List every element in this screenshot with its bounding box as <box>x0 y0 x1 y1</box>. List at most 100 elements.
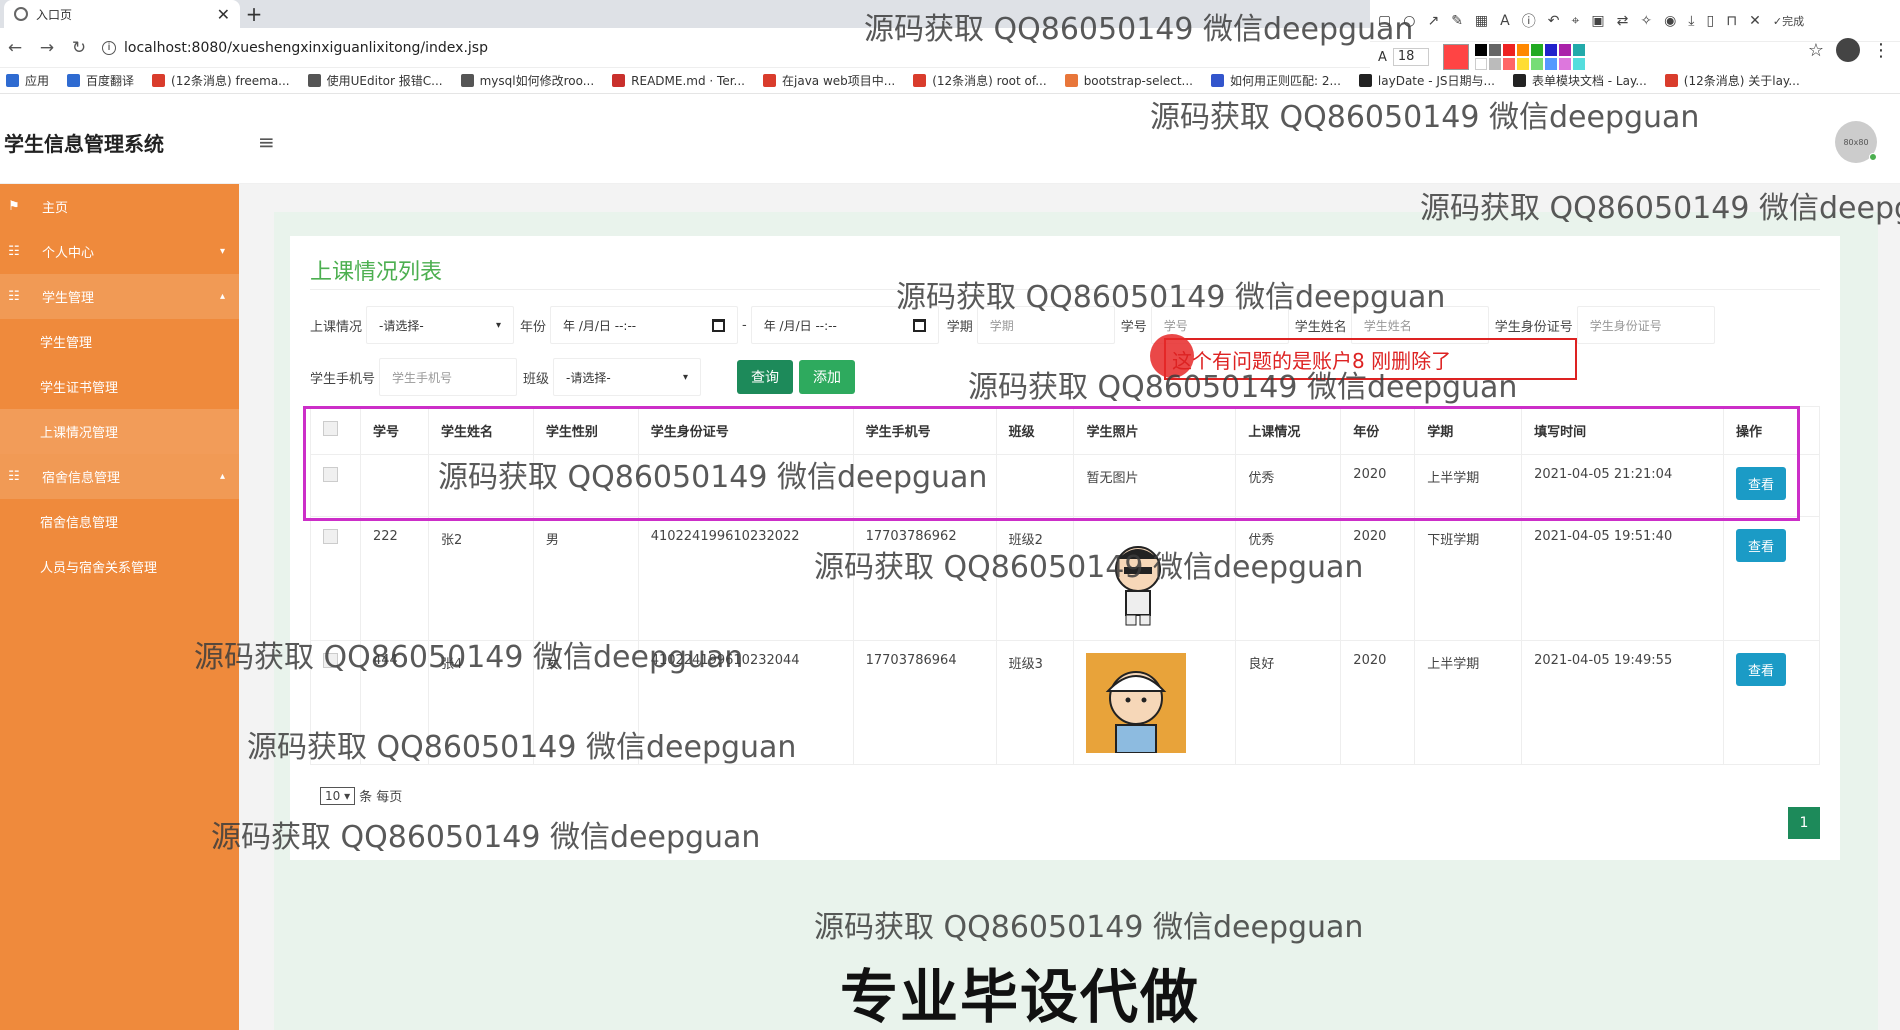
sidebar-item[interactable]: ☷ 学生管理 ▴ <box>0 274 239 319</box>
circle-tool-icon[interactable]: ○ <box>1403 13 1415 29</box>
table-row[interactable]: 222 张2 男 410224199610232022 17703786962 班级2 优秀… <box>310 516 1821 641</box>
attendance-select[interactable]: -请选择- ▾ <box>366 306 515 344</box>
forward-icon[interactable]: → <box>38 38 56 58</box>
page-size-select[interactable]: 10 ▾ <box>320 786 356 805</box>
avatar[interactable]: 80x80 <box>1835 121 1877 163</box>
bookmark-item[interactable]: bootstrap-select... <box>1064 74 1193 88</box>
info-tool-icon[interactable]: ⓘ <box>1522 11 1536 31</box>
view-button[interactable]: 查看 <box>1735 653 1786 686</box>
sidebar-item-label: 个人中心 <box>42 246 95 261</box>
phone-icon[interactable]: ▯ <box>1706 13 1714 29</box>
color-swatch[interactable] <box>1517 44 1530 56</box>
bookmark-label: layDate - JS日期与... <box>1377 74 1495 88</box>
browser-actions: ☆ ⋮ <box>1808 38 1890 62</box>
translate-icon[interactable]: ⇄ <box>1617 13 1629 29</box>
back-icon[interactable]: ← <box>6 38 24 58</box>
star-icon[interactable]: ☆ <box>1808 40 1824 61</box>
sidebar-subitem[interactable]: 人员与宿舍关系管理 <box>0 544 239 589</box>
divider <box>310 289 1820 290</box>
color-swatch[interactable] <box>1489 44 1502 56</box>
color-swatch[interactable] <box>1559 58 1572 70</box>
color-swatch[interactable] <box>1517 58 1530 70</box>
color-swatch[interactable] <box>1503 58 1516 70</box>
color-swatch[interactable] <box>1475 44 1488 56</box>
row-checkbox[interactable] <box>323 653 338 668</box>
table-row[interactable]: 444 张4 女 410224199610232044 17703786964 班级3 良好… <box>310 640 1821 765</box>
view-button[interactable]: 查看 <box>1735 529 1786 562</box>
year-end-date[interactable]: 年 /月/日 --:-- <box>750 306 939 344</box>
bookmark-item[interactable]: 表单模块文档 - Lay... <box>1512 72 1647 89</box>
bookmark-icon <box>6 74 19 87</box>
student-photo[interactable] <box>1086 653 1187 754</box>
profile-icon[interactable] <box>1836 38 1860 62</box>
row-checkbox[interactable] <box>323 529 338 544</box>
color-swatch[interactable] <box>1489 58 1502 70</box>
bookmark-item[interactable]: layDate - JS日期与... <box>1358 72 1495 89</box>
close-icon[interactable]: ✕ <box>1749 13 1761 29</box>
more-icon[interactable]: ⋮ <box>1872 40 1890 61</box>
rect-tool-icon[interactable]: ▢ <box>1378 13 1391 29</box>
mosaic-tool-icon[interactable]: ▦ <box>1475 13 1488 29</box>
done-button[interactable]: ✓完成 <box>1773 13 1804 29</box>
color-swatch[interactable] <box>1475 58 1488 70</box>
bookmark-item[interactable]: 使用UEditor 报错C... <box>307 72 443 89</box>
id-card-input[interactable]: 学生身份证号 <box>1576 306 1715 344</box>
pin-icon[interactable]: ⌖ <box>1571 13 1579 29</box>
color-swatch[interactable] <box>1545 44 1558 56</box>
color-swatch[interactable] <box>1573 44 1586 56</box>
browser-tab[interactable]: 入口页 ✕ <box>4 0 240 28</box>
cell-action: 查看 <box>1722 516 1821 641</box>
undo-icon[interactable]: ↶ <box>1548 13 1560 29</box>
bookmark-item[interactable]: 百度翻译 <box>67 72 134 89</box>
reload-icon[interactable]: ↻ <box>70 38 88 58</box>
bookmark-item[interactable]: (12条消息) root of... <box>913 72 1047 89</box>
online-status-dot <box>1869 153 1877 161</box>
close-icon[interactable]: ✕ <box>217 5 230 24</box>
sidebar-subitem[interactable]: 学生管理 <box>0 319 239 364</box>
add-button[interactable]: 添加 <box>799 360 856 394</box>
text-tool-icon[interactable]: A <box>1500 13 1510 29</box>
bookmark-item[interactable]: 如何用正则匹配: 2... <box>1210 72 1341 89</box>
sidebar-subitem[interactable]: 学生证书管理 <box>0 364 239 409</box>
sidebar-item[interactable]: ☷ 个人中心 ▾ <box>0 229 239 274</box>
bookmark-item[interactable]: README.md · Ter... <box>612 74 745 88</box>
font-size-select[interactable]: 18 <box>1392 48 1430 66</box>
new-tab-button[interactable]: + <box>240 0 268 28</box>
color-swatch[interactable] <box>1545 58 1558 70</box>
magic-icon[interactable]: ✧ <box>1640 13 1652 29</box>
bookmark-item[interactable]: 在java web项目中... <box>763 72 895 89</box>
color-swatch[interactable] <box>1559 44 1572 56</box>
bookmark-item[interactable]: mysql如何修改roo... <box>460 72 594 89</box>
color-swatch[interactable] <box>1503 44 1516 56</box>
record-icon[interactable]: ◉ <box>1664 13 1676 29</box>
cell-semester: 上半学期 <box>1414 640 1523 765</box>
sidebar-item[interactable]: ☷ 宿舍信息管理 ▴ <box>0 454 239 499</box>
sidebar-subitem[interactable]: 宿舍信息管理 <box>0 499 239 544</box>
ocr-icon[interactable]: ▣ <box>1591 13 1604 29</box>
sidebar-subitem[interactable]: 上课情况管理 <box>0 409 239 454</box>
phone-input[interactable]: 学生手机号 <box>379 358 518 396</box>
bookmark-item[interactable]: (12条消息) freema... <box>152 72 290 89</box>
menu-icon[interactable]: ≡ <box>258 130 275 154</box>
sidebar-item[interactable]: ⚑ 主页 <box>0 184 239 229</box>
bookmark-item[interactable]: (12条消息) 关于lay... <box>1664 72 1800 89</box>
url-field[interactable]: i localhost:8080/xueshengxinxiguanlixito… <box>102 40 488 56</box>
info-icon: i <box>102 40 116 55</box>
color-swatch[interactable] <box>1573 58 1586 70</box>
color-swatch[interactable] <box>1531 44 1544 56</box>
bookmark-icon[interactable]: ⊓ <box>1726 13 1737 29</box>
year-start-date[interactable]: 年 /月/日 --:-- <box>550 306 739 344</box>
color-swatch[interactable] <box>1531 58 1544 70</box>
current-color-swatch[interactable] <box>1443 44 1470 70</box>
calendar-icon[interactable] <box>712 318 726 332</box>
calendar-icon[interactable] <box>912 318 926 332</box>
bookmark-item[interactable]: 应用 <box>6 72 49 89</box>
page-number-button[interactable]: 1 <box>1788 807 1820 839</box>
semester-input[interactable]: 学期 <box>976 306 1115 344</box>
student-photo[interactable] <box>1086 529 1187 629</box>
download-icon[interactable]: ⤓ <box>1688 13 1694 29</box>
pen-tool-icon[interactable]: ✎ <box>1451 13 1463 29</box>
query-button[interactable]: 查询 <box>737 360 794 394</box>
class-select[interactable]: -请选择- ▾ <box>553 358 702 396</box>
arrow-tool-icon[interactable]: ↗ <box>1427 13 1439 29</box>
